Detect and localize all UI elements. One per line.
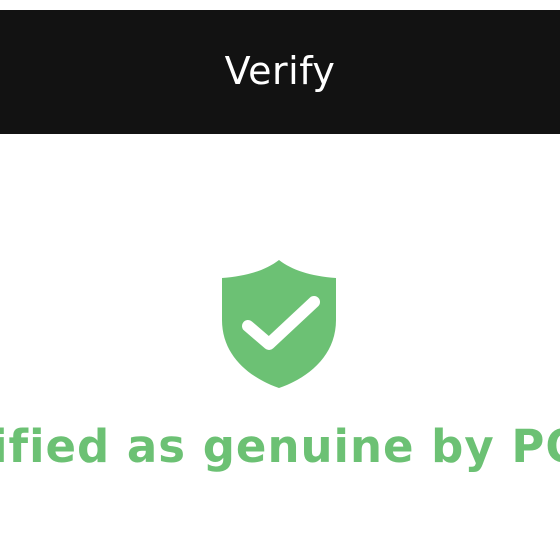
verify-screen: Verify Verified as genuine by POPMART	[0, 0, 560, 560]
verification-message: Verified as genuine by POPMART	[0, 420, 560, 473]
verification-message-container: Verified as genuine by POPMART	[0, 418, 560, 482]
page-title: Verify	[224, 49, 336, 93]
header-bar: Verify	[0, 10, 560, 134]
shield-check-icon	[218, 258, 340, 390]
shield-shape	[222, 260, 336, 388]
